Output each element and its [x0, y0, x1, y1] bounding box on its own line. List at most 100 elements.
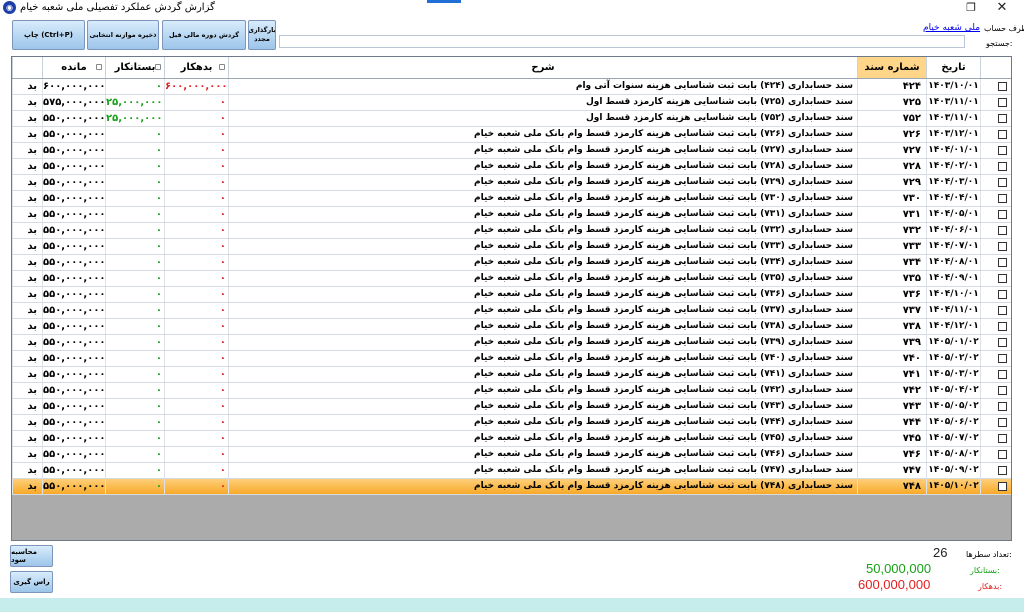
checkbox[interactable]: [998, 82, 1007, 91]
row-checkbox[interactable]: [980, 95, 1011, 110]
header-date[interactable]: تاریخ: [926, 57, 980, 78]
cell-description: سند حسابداری (۷۴۴) بابت ثبت شناسایی هزین…: [228, 415, 857, 430]
table-row[interactable]: ۱۴۰۵/۰۹/۰۲ ۷۴۷ سند حسابداری (۷۴۷) بابت ثبت…: [12, 463, 1011, 479]
calculate-profit-button[interactable]: محاسبه سود: [10, 545, 53, 567]
table-row[interactable]: ۱۴۰۵/۰۵/۰۲ ۷۴۳ سند حسابداری (۷۴۳) بابت ثبت…: [12, 399, 1011, 415]
table-row[interactable]: ۱۴۰۵/۰۲/۰۲ ۷۴۰ سند حسابداری (۷۴۰) بابت ثبت…: [12, 351, 1011, 367]
table-row[interactable]: ۱۴۰۵/۰۱/۰۲ ۷۳۹ سند حسابداری (۷۳۹) بابت ثبت…: [12, 335, 1011, 351]
row-checkbox[interactable]: [980, 191, 1011, 206]
checkbox[interactable]: [998, 274, 1007, 283]
checkbox[interactable]: [998, 418, 1007, 427]
checkbox[interactable]: [998, 114, 1007, 123]
row-checkbox[interactable]: [980, 431, 1011, 446]
table-row[interactable]: ۱۴۰۵/۰۸/۰۲ ۷۴۶ سند حسابداری (۷۴۶) بابت ثبت…: [12, 447, 1011, 463]
row-checkbox[interactable]: [980, 79, 1011, 94]
checkbox[interactable]: [998, 194, 1007, 203]
checkbox[interactable]: [998, 402, 1007, 411]
checkbox[interactable]: [998, 370, 1007, 379]
header-doc-number[interactable]: شماره سند: [857, 57, 926, 78]
row-checkbox[interactable]: [980, 447, 1011, 462]
header-debit[interactable]: بدهکار: [164, 57, 228, 78]
save-selected-balance-button[interactable]: ذخیره موازنه انتخابی: [87, 20, 159, 50]
row-checkbox[interactable]: [980, 127, 1011, 142]
restore-window-button[interactable]: ❐: [957, 0, 985, 16]
checkbox[interactable]: [998, 162, 1007, 171]
table-row[interactable]: ۱۴۰۴/۱۱/۰۱ ۷۳۷ سند حسابداری (۷۳۷) بابت ثبت…: [12, 303, 1011, 319]
row-checkbox[interactable]: [980, 319, 1011, 334]
checkbox[interactable]: [998, 146, 1007, 155]
header-balance[interactable]: مانده: [42, 57, 105, 78]
row-checkbox[interactable]: [980, 351, 1011, 366]
row-checkbox[interactable]: [980, 223, 1011, 238]
checkbox[interactable]: [998, 210, 1007, 219]
reload-button[interactable]: بارگذاری مجدد: [248, 20, 276, 50]
checkbox[interactable]: [998, 386, 1007, 395]
table-row[interactable]: ۱۴۰۴/۱۲/۰۱ ۷۳۸ سند حسابداری (۷۳۸) بابت ثبت…: [12, 319, 1011, 335]
row-checkbox[interactable]: [980, 143, 1011, 158]
row-checkbox[interactable]: [980, 175, 1011, 190]
row-checkbox[interactable]: [980, 271, 1011, 286]
table-row[interactable]: ۱۴۰۴/۰۲/۰۱ ۷۲۸ سند حسابداری (۷۲۸) بابت ثبت…: [12, 159, 1011, 175]
print-button[interactable]: چاپ (Ctrl+P): [12, 20, 85, 50]
due-date-button[interactable]: راس گیری: [10, 571, 53, 593]
header-status[interactable]: [12, 57, 42, 78]
close-window-button[interactable]: ✕: [988, 0, 1016, 16]
checkbox[interactable]: [998, 434, 1007, 443]
table-row[interactable]: ۱۴۰۴/۰۴/۰۱ ۷۳۰ سند حسابداری (۷۳۰) بابت ثبت…: [12, 191, 1011, 207]
checkbox[interactable]: [998, 322, 1007, 331]
row-checkbox[interactable]: [980, 383, 1011, 398]
table-row[interactable]: ۱۴۰۵/۰۶/۰۲ ۷۴۴ سند حسابداری (۷۴۴) بابت ثبت…: [12, 415, 1011, 431]
row-checkbox[interactable]: [980, 287, 1011, 302]
checkbox[interactable]: [998, 450, 1007, 459]
table-row[interactable]: ۱۴۰۵/۰۷/۰۲ ۷۴۵ سند حسابداری (۷۴۵) بابت ثبت…: [12, 431, 1011, 447]
row-checkbox[interactable]: [980, 399, 1011, 414]
checkbox[interactable]: [998, 482, 1007, 491]
table-row[interactable]: ۱۴۰۳/۱۱/۰۱ ۷۵۲ سند حسابداری (۷۵۲) بابت شنا…: [12, 111, 1011, 127]
row-checkbox[interactable]: [980, 415, 1011, 430]
row-checkbox[interactable]: [980, 463, 1011, 478]
checkbox[interactable]: [998, 306, 1007, 315]
filter-icon[interactable]: [155, 64, 161, 70]
row-checkbox[interactable]: [980, 239, 1011, 254]
table-row[interactable]: ۱۴۰۵/۱۰/۰۲ ۷۴۸ سند حسابداری (۷۴۸) بابت ثبت…: [12, 479, 1011, 495]
checkbox[interactable]: [998, 130, 1007, 139]
row-checkbox[interactable]: [980, 255, 1011, 270]
header-credit[interactable]: بستانکار: [105, 57, 164, 78]
checkbox[interactable]: [998, 258, 1007, 267]
table-row[interactable]: ۱۴۰۴/۱۰/۰۱ ۷۳۶ سند حسابداری (۷۳۶) بابت ثبت…: [12, 287, 1011, 303]
filter-icon[interactable]: [219, 64, 225, 70]
row-checkbox[interactable]: [980, 111, 1011, 126]
table-row[interactable]: ۱۴۰۴/۰۶/۰۱ ۷۳۲ سند حسابداری (۷۳۲) بابت ثبت…: [12, 223, 1011, 239]
table-row[interactable]: ۱۴۰۳/۱۱/۰۱ ۷۲۵ سند حسابداری (۷۲۵) بابت شنا…: [12, 95, 1011, 111]
table-row[interactable]: ۱۴۰۳/۱۰/۰۱ ۴۲۴ سند حسابداری (۴۲۴) بابت ثبت…: [12, 79, 1011, 95]
table-row[interactable]: ۱۴۰۵/۰۴/۰۲ ۷۴۲ سند حسابداری (۷۴۲) بابت ثبت…: [12, 383, 1011, 399]
checkbox[interactable]: [998, 226, 1007, 235]
checkbox[interactable]: [998, 242, 1007, 251]
table-row[interactable]: ۱۴۰۴/۰۷/۰۱ ۷۳۳ سند حسابداری (۷۳۳) بابت ثبت…: [12, 239, 1011, 255]
checkbox[interactable]: [998, 466, 1007, 475]
checkbox[interactable]: [998, 354, 1007, 363]
account-link[interactable]: ملی شعبه خیام: [923, 23, 980, 33]
checkbox[interactable]: [998, 178, 1007, 187]
row-checkbox[interactable]: [980, 335, 1011, 350]
previous-period-turnover-button[interactable]: گردش دوره مالی قبل: [162, 20, 246, 50]
table-row[interactable]: ۱۴۰۵/۰۳/۰۲ ۷۴۱ سند حسابداری (۷۴۱) بابت ثبت…: [12, 367, 1011, 383]
checkbox[interactable]: [998, 290, 1007, 299]
checkbox[interactable]: [998, 338, 1007, 347]
table-row[interactable]: ۱۴۰۴/۰۹/۰۱ ۷۳۵ سند حسابداری (۷۳۵) بابت ثبت…: [12, 271, 1011, 287]
row-checkbox[interactable]: [980, 479, 1011, 494]
table-row[interactable]: ۱۴۰۴/۰۸/۰۱ ۷۳۴ سند حسابداری (۷۳۴) بابت ثبت…: [12, 255, 1011, 271]
filter-icon[interactable]: [96, 64, 102, 70]
table-row[interactable]: ۱۴۰۳/۱۲/۰۱ ۷۲۶ سند حسابداری (۷۲۶) بابت ثبت…: [12, 127, 1011, 143]
table-row[interactable]: ۱۴۰۴/۰۳/۰۱ ۷۲۹ سند حسابداری (۷۲۹) بابت ثبت…: [12, 175, 1011, 191]
checkbox[interactable]: [998, 98, 1007, 107]
row-checkbox[interactable]: [980, 159, 1011, 174]
table-row[interactable]: ۱۴۰۴/۰۱/۰۱ ۷۲۷ سند حسابداری (۷۲۷) بابت ثبت…: [12, 143, 1011, 159]
row-checkbox[interactable]: [980, 367, 1011, 382]
search-input[interactable]: [279, 35, 965, 48]
row-checkbox[interactable]: [980, 303, 1011, 318]
header-description[interactable]: شرح: [228, 57, 857, 78]
row-checkbox[interactable]: [980, 207, 1011, 222]
header-select-column[interactable]: [980, 57, 1011, 78]
table-row[interactable]: ۱۴۰۴/۰۵/۰۱ ۷۳۱ سند حسابداری (۷۳۱) بابت ثبت…: [12, 207, 1011, 223]
